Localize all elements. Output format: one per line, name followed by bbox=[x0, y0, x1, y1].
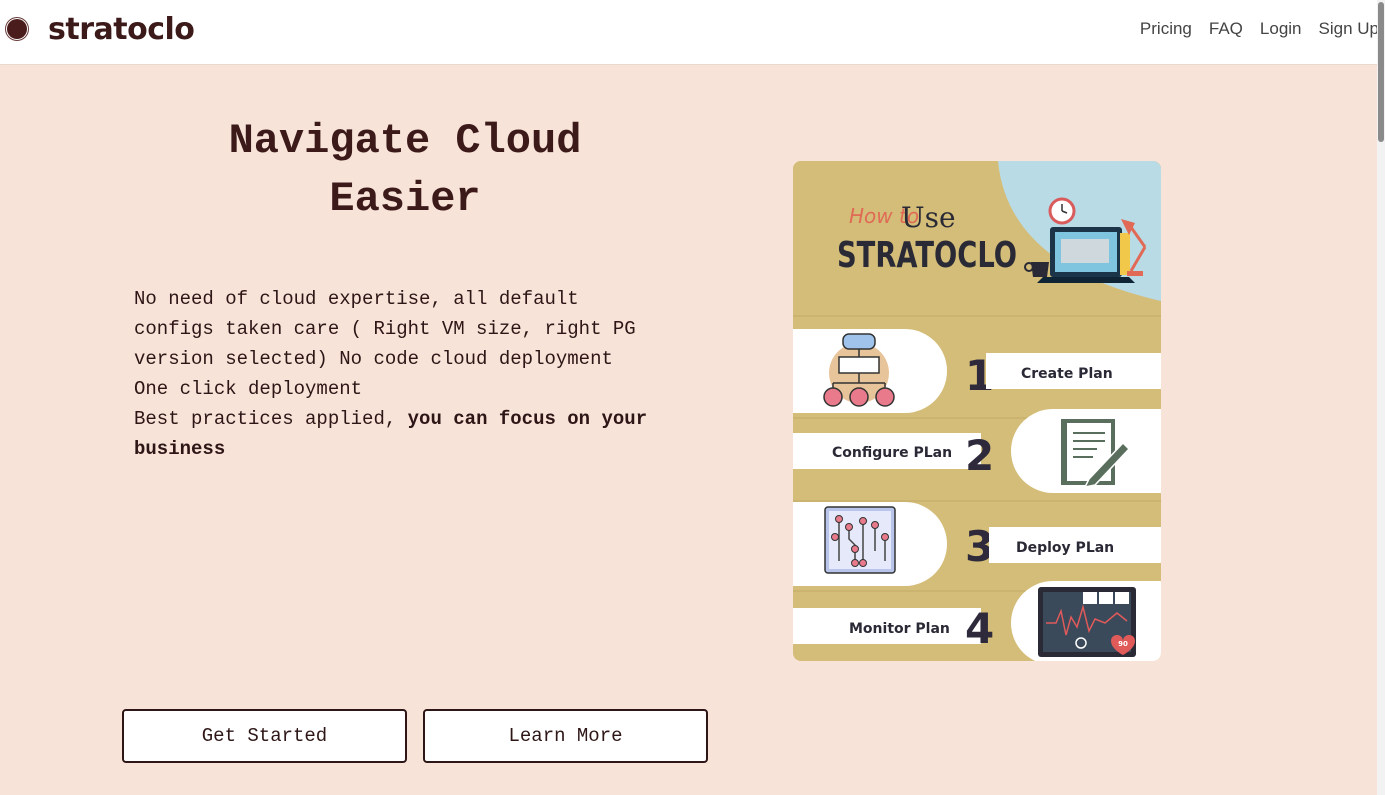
circuit-board-icon bbox=[824, 506, 896, 574]
nav-login-link[interactable]: Login bbox=[1260, 19, 1302, 39]
stratoclo-label: STRATOCLO bbox=[837, 235, 1017, 276]
step2-number: 2 bbox=[965, 431, 994, 480]
step3-label: Deploy PLan bbox=[1016, 540, 1114, 556]
hero-text-line2: configs taken care ( Right VM size, righ… bbox=[134, 318, 636, 340]
get-started-button[interactable]: Get Started bbox=[122, 709, 407, 763]
clock-icon bbox=[1048, 197, 1076, 225]
step2-label: Configure PLan bbox=[832, 445, 952, 461]
hero-text-line1: No need of cloud expertise, all default bbox=[134, 288, 579, 310]
step1-label: Create Plan bbox=[1021, 366, 1113, 382]
nav-pricing-link[interactable]: Pricing bbox=[1140, 19, 1192, 39]
infographic-graphic: How to Use STRATOCLO 1 Create Plan Confi… bbox=[793, 161, 1161, 661]
hero-text-line3: version selected) No code cloud deployme… bbox=[134, 348, 613, 370]
step4-number: 4 bbox=[965, 604, 994, 653]
scrollbar-thumb[interactable] bbox=[1378, 2, 1384, 142]
brand-name[interactable]: stratoclo bbox=[48, 12, 195, 47]
hero-title-line2: Easier bbox=[329, 175, 481, 223]
how-to-use-infographic: How to Use STRATOCLO 1 Create Plan Confi… bbox=[793, 161, 1161, 661]
hero-text-line4: One click deployment bbox=[134, 378, 363, 400]
hero-text-line5: Best practices applied, you can focus on… bbox=[134, 404, 704, 464]
heart-monitor-icon: 90 bbox=[1038, 587, 1136, 657]
use-label: Use bbox=[901, 201, 956, 234]
step4-label: Monitor Plan bbox=[849, 621, 950, 637]
learn-more-button[interactable]: Learn More bbox=[423, 709, 708, 763]
heart-reading: 90 bbox=[1118, 640, 1128, 648]
hero-description: No need of cloud expertise, all default … bbox=[134, 284, 704, 464]
hero-text-normal: Best practices applied, bbox=[134, 408, 408, 430]
page-scrollbar[interactable] bbox=[1377, 0, 1385, 795]
logo-icon[interactable] bbox=[7, 19, 27, 39]
hero-title: Navigate Cloud Easier bbox=[140, 112, 670, 228]
top-navbar: stratoclo Pricing FAQ Login Sign Up bbox=[0, 0, 1385, 65]
nav-signup-link[interactable]: Sign Up bbox=[1319, 19, 1379, 39]
hero-title-line1: Navigate Cloud bbox=[228, 117, 582, 165]
nav-faq-link[interactable]: FAQ bbox=[1209, 19, 1243, 39]
nav-links: Pricing FAQ Login Sign Up bbox=[1140, 19, 1379, 39]
laptop-icon bbox=[1037, 227, 1135, 283]
